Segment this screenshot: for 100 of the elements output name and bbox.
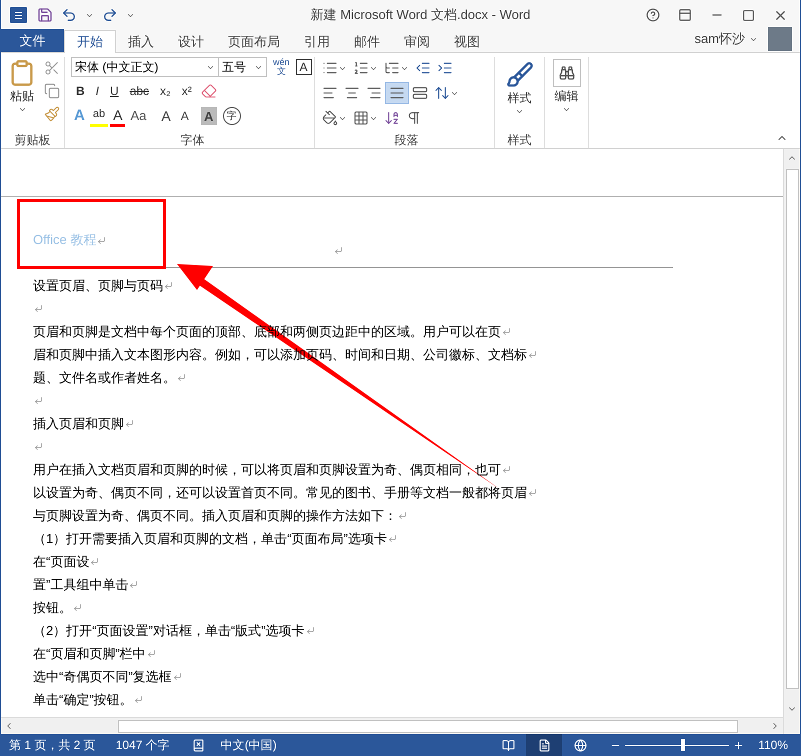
undo-icon[interactable]: [61, 7, 77, 23]
word-count[interactable]: 1047 个字: [116, 736, 170, 754]
clear-formatting-icon: [200, 83, 217, 99]
group-label: 字体: [180, 132, 204, 149]
horizontal-scrollbar[interactable]: [1, 717, 783, 734]
styles-icon: [506, 61, 534, 89]
body-text-line: 按钮。: [33, 598, 72, 617]
text-format-button[interactable]: abc: [124, 80, 154, 102]
ribbon-tab[interactable]: 邮件: [342, 30, 392, 53]
align-left-icon: [322, 85, 338, 101]
paragraph-mark-icon: [306, 626, 315, 635]
phonetic-guide-button[interactable]: wén 文: [273, 58, 290, 76]
distribute-icon: [412, 85, 428, 101]
justify-button[interactable]: [385, 82, 409, 104]
enclose-characters-button[interactable]: 字: [222, 107, 241, 125]
print-layout-button[interactable]: [526, 734, 562, 756]
ribbon-display-icon[interactable]: [678, 8, 692, 22]
body-text-line: 置”工具组中单击: [33, 576, 128, 594]
paragraph-mark-icon: [34, 396, 43, 405]
paragraph-mark-icon: [134, 695, 143, 704]
save-icon[interactable]: [37, 7, 53, 23]
ribbon-tab[interactable]: 插入: [116, 30, 166, 53]
file-tab[interactable]: 文件: [1, 29, 64, 52]
paragraph-mark-icon: [172, 672, 182, 681]
group-label: 样式: [508, 132, 532, 149]
paragraph-mark-icon: [398, 511, 407, 520]
paste-button[interactable]: 粘贴: [7, 57, 37, 132]
find-icon: [558, 65, 574, 81]
borders-icon: [353, 110, 369, 126]
body-text-line: 用户在插入文档页眉和页脚的时候，可以将页眉和页脚设置为奇、偶页相同，也可: [33, 460, 501, 479]
zoom-slider[interactable]: [625, 739, 730, 751]
paragraph-mark-icon: [502, 327, 511, 336]
paragraph-mark-icon: [528, 350, 537, 359]
change-case-button[interactable]: Aa: [127, 105, 150, 127]
ribbon-tab[interactable]: 开始: [64, 30, 116, 53]
body-text-line: 题、文件名或作者姓名。: [33, 368, 176, 387]
styles-button[interactable]: 样式: [495, 57, 544, 132]
cut-icon: [44, 60, 60, 76]
body-text-line: （1）打开需要插入页眉和页脚的文档，单击“页面布局”选项卡: [33, 530, 387, 548]
body-text-line: 插入页眉和页脚: [33, 414, 124, 433]
font-size-dropdown[interactable]: 五号: [219, 57, 267, 77]
ribbon-tab[interactable]: 页面布局: [216, 30, 292, 53]
sort-icon: [384, 110, 400, 126]
ribbon-tab[interactable]: 审阅: [392, 30, 442, 53]
paragraph-mark-icon: [129, 580, 138, 589]
font-name-dropdown[interactable]: 宋体 (中文正文): [71, 57, 219, 77]
paragraph-mark-icon: [388, 534, 397, 543]
zoom-percent[interactable]: 110%: [758, 736, 788, 754]
body-text-line: 在“页面设: [33, 552, 90, 571]
decrease-indent-icon: [415, 60, 431, 76]
paragraph-mark-icon: [528, 488, 537, 497]
body-text-line: 选中“奇偶页不同”复选框: [33, 668, 172, 686]
body-text-line: 在“页眉和页脚”栏中: [33, 644, 146, 663]
paragraph-mark-icon: [97, 236, 106, 244]
editing-button[interactable]: 编辑: [552, 57, 580, 114]
body-text-line: 与页脚设置为奇、偶页不同。插入页眉和页脚的操作方法如下：: [33, 506, 397, 525]
align-right-icon: [366, 85, 382, 101]
ribbon-tab[interactable]: 视图: [442, 30, 492, 53]
read-mode-icon: [502, 738, 515, 752]
font-color-button[interactable]: A: [110, 105, 126, 127]
paragraph-mark-icon: [34, 304, 43, 313]
copy-icon: [44, 83, 60, 99]
body-text-line: 以设置为奇、偶页不同，还可以设置首页不同。常见的图书、手册等文档一般都将页眉: [33, 484, 527, 502]
zoom-in-icon[interactable]: [733, 740, 744, 750]
caret-icon: [515, 107, 524, 116]
group-label: 剪贴板: [14, 132, 50, 149]
language-label[interactable]: 中文(中国): [220, 736, 277, 754]
numbering-icon: [353, 60, 369, 76]
align-center-icon: [344, 85, 360, 101]
text-format-button[interactable]: B: [71, 80, 90, 102]
user-name[interactable]: sam怀沙: [694, 29, 745, 49]
shrink-font-button[interactable]: A: [176, 105, 193, 127]
window-title: 新建 Microsoft Word 文档.docx - Word: [310, 6, 530, 24]
line-spacing-icon: [434, 85, 450, 101]
proofing-icon[interactable]: [192, 738, 205, 752]
help-icon[interactable]: [646, 8, 660, 22]
maximize-icon[interactable]: [742, 8, 755, 22]
paragraph-mark-icon: [146, 649, 156, 658]
zoom-slider-thumb[interactable]: [681, 739, 686, 751]
ribbon-tab[interactable]: 设计: [166, 30, 216, 53]
redo-icon[interactable]: [102, 7, 118, 23]
character-shading-button[interactable]: A: [200, 107, 217, 125]
vertical-scrollbar[interactable]: [783, 149, 800, 734]
multilevel-list-icon: [384, 60, 400, 76]
page-count[interactable]: 第 1 页，共 2 页: [9, 736, 96, 754]
web-layout-icon: [574, 738, 587, 752]
text-format-button[interactable]: x₂: [155, 80, 176, 102]
paragraph-mark-icon: [90, 557, 100, 566]
paragraph-mark-icon: [73, 603, 82, 612]
grow-font-button[interactable]: A: [157, 105, 175, 127]
paragraph-mark-icon: [34, 442, 43, 451]
text-format-button[interactable]: x²: [176, 80, 197, 102]
ribbon-tab[interactable]: 引用: [292, 30, 342, 53]
character-border-button[interactable]: A: [296, 59, 312, 75]
increase-indent-icon: [437, 60, 453, 76]
word-logo-icon: [10, 7, 27, 23]
highlight-button[interactable]: ab: [90, 105, 108, 127]
text-format-button[interactable]: I: [90, 80, 104, 102]
body-text-line: 单击“确定”按钮。: [33, 690, 133, 709]
text-format-button[interactable]: U: [105, 80, 124, 102]
